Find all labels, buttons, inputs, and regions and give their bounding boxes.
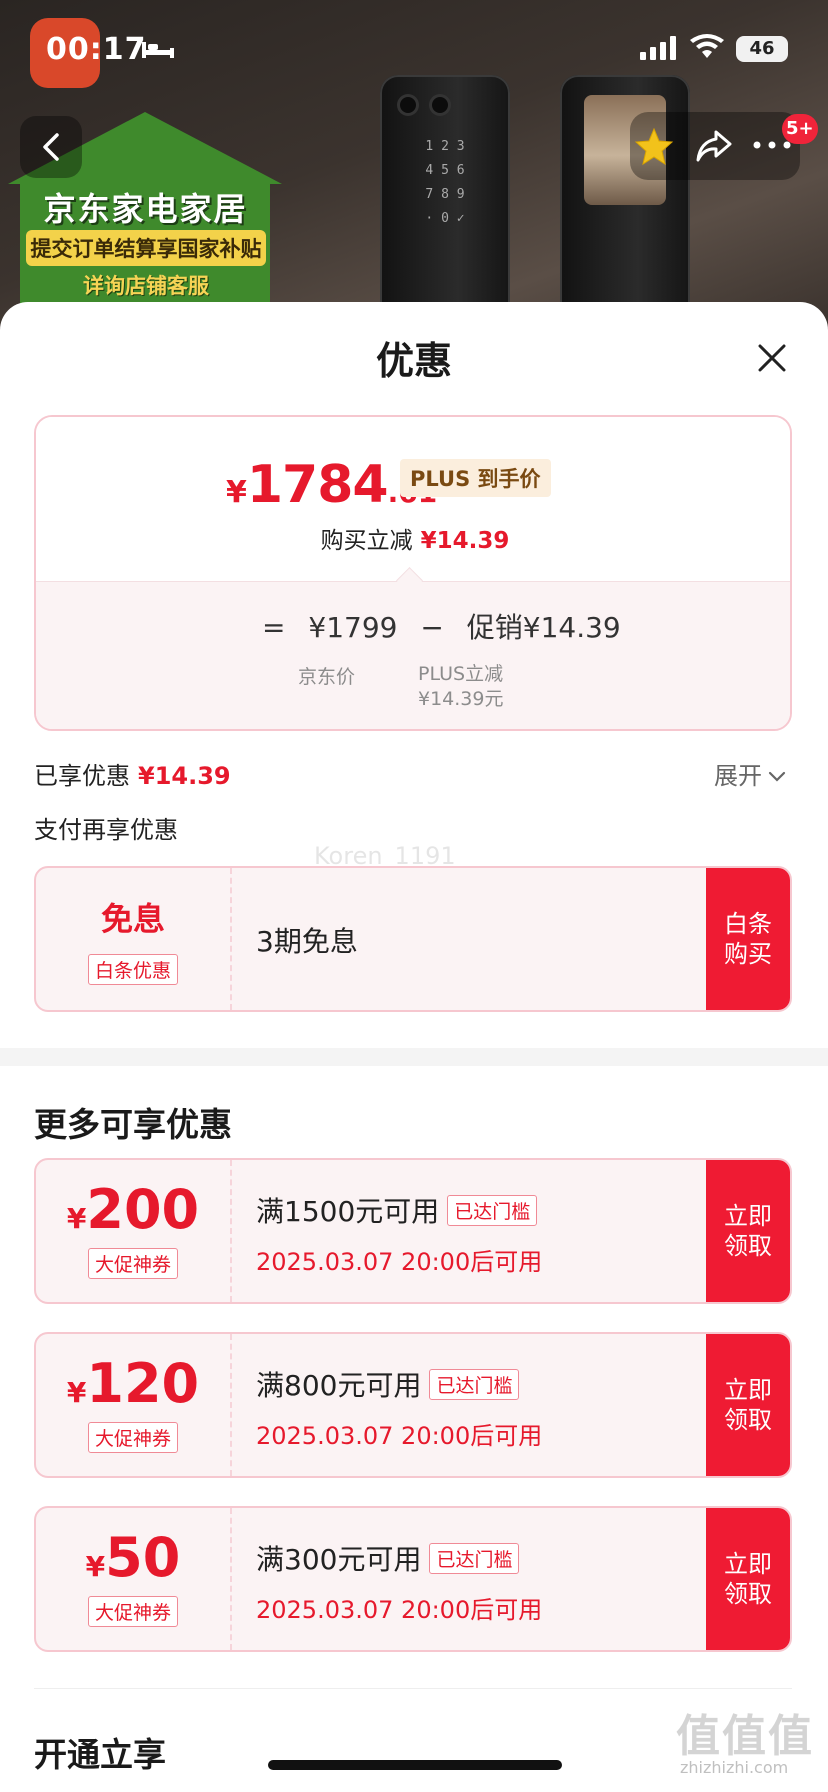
- promo-value: ¥14.39: [522, 611, 621, 644]
- chevron-down-icon: [768, 771, 786, 782]
- claim-coupon-button[interactable]: 立即领取: [706, 1160, 790, 1302]
- coupon-condition: 满800元可用 已达门槛: [256, 1364, 520, 1404]
- instant-reduce-line: 购买立减 ¥14.39: [320, 528, 510, 554]
- baitiao-tag: 白条优惠: [87, 954, 178, 985]
- coupon-card: ¥200 大促神券 满1500元可用 已达门槛 2025.03.07 20:00后…: [34, 1158, 792, 1304]
- coupon-valid-date: 2025.03.07 20:00后可用: [256, 1248, 543, 1276]
- close-icon[interactable]: [752, 338, 792, 378]
- coupon-condition: 满300元可用 已达门槛: [256, 1538, 520, 1578]
- chevron-left-icon: [43, 133, 59, 161]
- baitiao-coupon: 免息 白条优惠 3期免息 白条购买: [34, 866, 792, 1012]
- pay-more-heading: 支付再享优惠: [34, 816, 178, 844]
- sleep-focus-icon: [142, 42, 174, 58]
- wifi-icon: [690, 34, 724, 58]
- more-options-icon[interactable]: [752, 140, 792, 150]
- site-watermark-logo: 值值值: [676, 1711, 814, 1762]
- promo-label: 促销: [466, 611, 523, 644]
- smart-lock-image-left: 1 2 34 5 67 8 9 · 0 ✓: [380, 75, 510, 330]
- promo-banner-line2: 详询店铺客服: [83, 274, 209, 298]
- baitiao-buy-button[interactable]: 白条购买: [706, 868, 790, 1010]
- threshold-reached-tag: 已达门槛: [447, 1195, 538, 1226]
- jd-price-value: ¥1799: [308, 611, 398, 644]
- coupon-valid-date: 2025.03.07 20:00后可用: [256, 1422, 543, 1450]
- coupon-type-tag: 大促神券: [87, 1248, 178, 1279]
- coupon-card: ¥50 大促神券 满300元可用 已达门槛 2025.03.07 20:00后可用…: [34, 1506, 792, 1652]
- back-button[interactable]: [20, 116, 82, 178]
- plus-price-tag: PLUS 到手价: [400, 459, 551, 497]
- signal-icon: [640, 36, 676, 60]
- claim-coupon-button[interactable]: 立即领取: [706, 1508, 790, 1650]
- price-breakdown-card: ¥1784.61 PLUS 到手价 购买立减¥14.39 = ¥1799 − 促…: [34, 415, 792, 731]
- coupon-type-tag: 大促神券: [87, 1596, 178, 1627]
- more-discounts-heading: 更多可享优惠: [34, 1105, 232, 1144]
- interest-free-title: 免息: [100, 900, 165, 938]
- status-time: 00:17: [46, 32, 147, 67]
- coupon-amount: ¥200: [66, 1178, 200, 1241]
- coupon-card: ¥120 大促神券 满800元可用 已达门槛 2025.03.07 20:00后可…: [34, 1332, 792, 1478]
- minus-sign: −: [420, 611, 444, 644]
- claim-coupon-button[interactable]: 立即领取: [706, 1334, 790, 1476]
- expand-button[interactable]: 展开: [714, 756, 786, 791]
- coupon-valid-date: 2025.03.07 20:00后可用: [256, 1596, 543, 1624]
- threshold-reached-tag: 已达门槛: [429, 1543, 520, 1574]
- discount-sheet: 优惠 ¥1784.61 PLUS 到手价 购买立减¥14.39 = ¥1799 …: [0, 302, 828, 1792]
- threshold-reached-tag: 已达门槛: [429, 1369, 520, 1400]
- price-formula: = ¥1799 − 促销¥14.39 京东价 PLUS立减 ¥14.39元: [36, 581, 790, 729]
- home-indicator[interactable]: [268, 1760, 562, 1770]
- site-watermark-url: zhizhizhi.com: [680, 1758, 789, 1777]
- promo-banner-line1: 提交订单结算享国家补贴: [26, 230, 266, 266]
- enjoyed-discount: 已享优惠 ¥14.39: [34, 762, 231, 790]
- section-separator: [34, 1688, 792, 1689]
- share-icon[interactable]: [694, 126, 734, 166]
- sheet-title: 优惠: [375, 339, 452, 383]
- section-divider: [0, 1048, 828, 1066]
- open-membership-heading: 开通立享: [34, 1735, 166, 1774]
- interest-free-desc: 3期免息: [256, 925, 358, 958]
- coupon-amount: ¥120: [66, 1352, 200, 1415]
- coupon-type-tag: 大促神券: [87, 1422, 178, 1453]
- coupon-condition: 满1500元可用 已达门槛: [256, 1190, 538, 1230]
- battery-indicator: 46: [736, 36, 788, 62]
- jd-price-label: 京东价: [298, 666, 356, 688]
- message-count-badge: 5+: [782, 114, 818, 144]
- equals-sign: =: [262, 611, 286, 644]
- coupon-amount: ¥50: [85, 1526, 181, 1589]
- promo-banner-title: 京东家电家居: [43, 190, 248, 228]
- status-bar: 00:17 46: [0, 0, 828, 100]
- plus-reduce-detail: PLUS立减 ¥14.39元: [418, 663, 504, 710]
- favorite-star-icon[interactable]: [634, 126, 674, 166]
